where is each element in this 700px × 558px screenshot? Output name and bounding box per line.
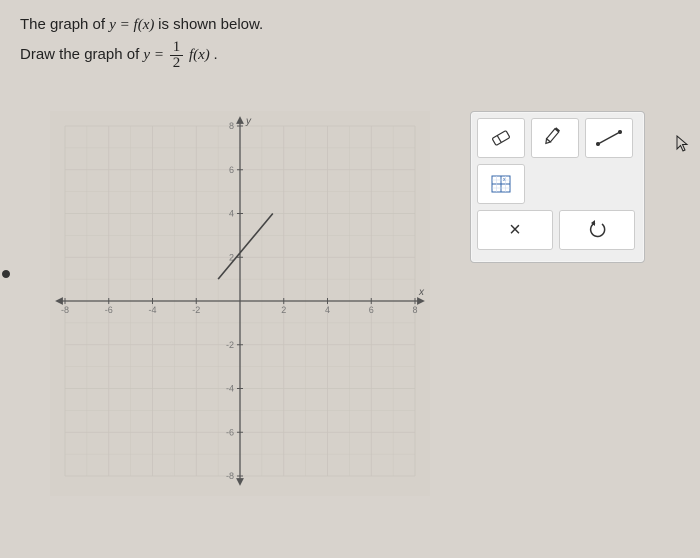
prompt-line-1: The graph of y = f(x) is shown below. xyxy=(20,16,680,34)
eq-eq: = xyxy=(120,17,134,33)
svg-text:8: 8 xyxy=(229,121,234,131)
eq-rhs: f(x) xyxy=(134,17,155,33)
svg-text:y: y xyxy=(245,116,252,127)
prompt-line-2: Draw the graph of y = 1 2 f(x) . xyxy=(20,40,680,71)
bullet-marker xyxy=(2,270,10,278)
coordinate-grid[interactable]: -8-6-4-22468-8-6-4-22468xy xyxy=(50,111,430,491)
svg-text:2: 2 xyxy=(281,305,286,315)
svg-text:4: 4 xyxy=(229,209,234,219)
eq-eq: = xyxy=(154,47,168,63)
cursor-pointer-icon xyxy=(676,135,692,158)
pencil-tool[interactable] xyxy=(531,118,579,158)
reset-icon xyxy=(586,220,608,240)
svg-text:-8: -8 xyxy=(226,471,234,481)
svg-text:-6: -6 xyxy=(226,427,234,437)
eq-lhs: y xyxy=(109,17,116,33)
fraction: 1 2 xyxy=(170,40,184,71)
svg-text:x: x xyxy=(418,287,425,298)
reset-button[interactable] xyxy=(559,210,635,250)
svg-text:-2: -2 xyxy=(192,305,200,315)
svg-text:-2: -2 xyxy=(226,340,234,350)
svg-text:-4: -4 xyxy=(226,384,234,394)
svg-text:-6: -6 xyxy=(105,305,113,315)
svg-text:4: 4 xyxy=(325,305,330,315)
eq-rhs: f(x) xyxy=(189,47,210,63)
text: Draw the graph of xyxy=(20,46,143,63)
fraction-den: 2 xyxy=(170,56,184,71)
pencil-icon xyxy=(543,128,567,148)
svg-text:6: 6 xyxy=(229,165,234,175)
tool-panel: x × xyxy=(470,111,645,263)
text: is shown below. xyxy=(158,16,263,33)
fraction-num: 1 xyxy=(170,40,184,56)
eraser-tool[interactable] xyxy=(477,118,525,158)
svg-text:-8: -8 xyxy=(61,305,69,315)
svg-text:6: 6 xyxy=(369,305,374,315)
line-icon xyxy=(594,128,624,148)
delete-icon: × xyxy=(509,219,521,242)
eq-lhs: y xyxy=(143,47,150,63)
eraser-icon xyxy=(489,128,513,148)
graph-canvas[interactable]: -8-6-4-22468-8-6-4-22468xy xyxy=(50,111,430,496)
grid-icon: x xyxy=(489,174,513,194)
delete-button[interactable]: × xyxy=(477,210,553,250)
text: . xyxy=(214,46,218,63)
svg-text:-4: -4 xyxy=(148,305,156,315)
line-tool[interactable] xyxy=(585,118,633,158)
svg-text:8: 8 xyxy=(412,305,417,315)
grid-tool[interactable]: x xyxy=(477,164,525,204)
text: The graph of xyxy=(20,16,109,33)
